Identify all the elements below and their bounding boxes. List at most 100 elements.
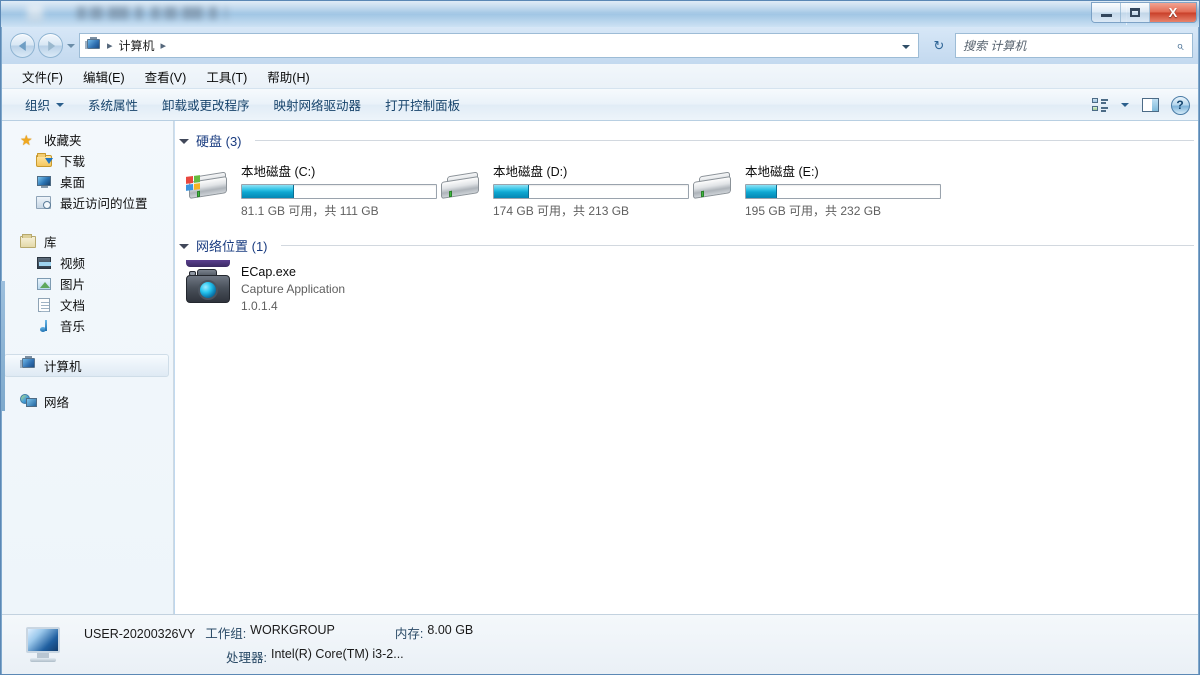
explorer-window: X ▸ 计算机 ▸ ↻ 搜索 计算机 ⌕ 文件(F) 编辑(E) 查看(V) 工… bbox=[0, 0, 1200, 675]
breadcrumb-computer-icon[interactable] bbox=[85, 36, 101, 53]
menu-tools[interactable]: 工具(T) bbox=[197, 64, 256, 89]
drive-tile-c[interactable]: 本地磁盘 (C:) 81.1 GB 可用，共 111 GB bbox=[185, 159, 437, 219]
status-bar-details: USER-20200326VY 工作组: WORKGROUP 内存: 8.00 … bbox=[84, 623, 473, 666]
sidebar-label-downloads: 下载 bbox=[60, 155, 86, 169]
navigation-pane: ★ 收藏夹 下载 桌面 最近访问的位置 库 视频 图片 文档 音乐 计算机 网络 bbox=[2, 121, 174, 614]
view-mode-icon bbox=[1092, 98, 1108, 112]
minimize-button[interactable] bbox=[1092, 3, 1121, 22]
sidebar-item-pictures[interactable]: 图片 bbox=[2, 273, 173, 294]
drive-name-d: 本地磁盘 (D:) bbox=[493, 165, 568, 179]
address-bar[interactable]: ▸ 计算机 ▸ bbox=[79, 33, 919, 58]
drive-name-c: 本地磁盘 (C:) bbox=[241, 165, 316, 179]
command-toolbar: 组织 系统属性 卸载或更改程序 映射网络驱动器 打开控制面板 ? bbox=[1, 89, 1199, 121]
sidebar-item-computer[interactable]: 计算机 bbox=[4, 354, 169, 377]
sidebar-item-documents[interactable]: 文档 bbox=[2, 294, 173, 315]
menu-view[interactable]: 查看(V) bbox=[136, 64, 196, 89]
toolbar-right-group: ? bbox=[1087, 89, 1193, 121]
breadcrumb-item-computer[interactable]: 计算机 bbox=[119, 37, 155, 54]
help-button[interactable]: ? bbox=[1167, 93, 1193, 117]
recent-pages-chevron-down-icon[interactable] bbox=[67, 44, 75, 48]
toolbar-system-properties-button[interactable]: 系统属性 bbox=[78, 91, 148, 118]
sidebar-label-network: 网络 bbox=[44, 396, 70, 410]
group-title-network-locations: 网络位置 (1) bbox=[196, 239, 268, 254]
group-rule bbox=[254, 140, 1194, 141]
sidebar-group-libraries: 库 视频 图片 文档 音乐 bbox=[2, 231, 173, 336]
breadcrumb-separator-1[interactable]: ▸ bbox=[107, 39, 113, 52]
network-item-description: Capture Application bbox=[241, 282, 346, 296]
search-icon[interactable]: ⌕ bbox=[1168, 38, 1192, 54]
drive-capacity-d: 174 GB 可用，共 213 GB bbox=[493, 204, 630, 218]
group-header-network-locations[interactable]: 网络位置 (1) bbox=[175, 236, 1199, 255]
star-icon: ★ bbox=[20, 131, 33, 148]
navigation-bar: ▸ 计算机 ▸ ↻ ⌕ bbox=[1, 27, 1199, 64]
show-preview-pane-button[interactable] bbox=[1137, 93, 1163, 117]
sidebar-item-libraries[interactable]: 库 bbox=[2, 231, 173, 252]
menu-bar: 文件(F) 编辑(E) 查看(V) 工具(T) 帮助(H) bbox=[1, 64, 1199, 89]
sidebar-label-pictures: 图片 bbox=[60, 278, 86, 292]
drive-usage-fill-d bbox=[494, 185, 529, 198]
sidebar-item-music[interactable]: 音乐 bbox=[2, 315, 173, 336]
sidebar-label-libraries: 库 bbox=[44, 236, 57, 250]
group-title-hard-disks: 硬盘 (3) bbox=[196, 134, 242, 149]
sidebar-item-favorites[interactable]: ★ 收藏夹 bbox=[2, 129, 173, 150]
chevron-down-icon bbox=[56, 102, 65, 107]
menu-file[interactable]: 文件(F) bbox=[13, 64, 72, 89]
hard-drive-icon-e bbox=[689, 167, 737, 211]
forward-button[interactable] bbox=[38, 33, 63, 58]
refresh-button[interactable]: ↻ bbox=[927, 33, 951, 58]
search-input[interactable] bbox=[963, 38, 1168, 53]
sidebar-item-downloads[interactable]: 下载 bbox=[2, 150, 173, 171]
drive-tile-d[interactable]: 本地磁盘 (D:) 174 GB 可用，共 213 GB bbox=[437, 159, 689, 219]
status-memory-label: 内存: bbox=[394, 627, 424, 641]
help-icon: ? bbox=[1170, 95, 1190, 115]
sidebar-item-network[interactable]: 网络 bbox=[2, 391, 173, 412]
maximize-button[interactable] bbox=[1121, 3, 1150, 22]
minimize-icon bbox=[1100, 14, 1112, 17]
menu-edit[interactable]: 编辑(E) bbox=[74, 64, 134, 89]
close-button[interactable]: X bbox=[1150, 3, 1196, 22]
recent-places-icon bbox=[36, 195, 53, 211]
network-icon bbox=[20, 393, 37, 410]
sidebar-label-recent-places: 最近访问的位置 bbox=[60, 197, 148, 211]
search-box[interactable]: ⌕ bbox=[955, 33, 1193, 58]
sidebar-label-desktop: 桌面 bbox=[60, 176, 86, 190]
sidebar-item-desktop[interactable]: 桌面 bbox=[2, 171, 173, 192]
network-item-list: ECap.exe Capture Application 1.0.1.4 bbox=[175, 260, 1199, 313]
sidebar-label-music: 音乐 bbox=[60, 320, 86, 334]
menu-help[interactable]: 帮助(H) bbox=[258, 64, 318, 89]
computer-icon bbox=[20, 355, 37, 374]
title-bar: X bbox=[1, 1, 1199, 27]
toolbar-map-network-drive-button[interactable]: 映射网络驱动器 bbox=[264, 91, 372, 118]
change-view-button[interactable] bbox=[1087, 93, 1113, 117]
drive-tile-list: 本地磁盘 (C:) 81.1 GB 可用，共 111 GB 本地磁盘 (D:) … bbox=[175, 159, 1199, 219]
toolbar-open-control-panel-button[interactable]: 打开控制面板 bbox=[375, 91, 470, 118]
window-body: ★ 收藏夹 下载 桌面 最近访问的位置 库 视频 图片 文档 音乐 计算机 网络… bbox=[1, 121, 1199, 614]
sidebar-item-videos[interactable]: 视频 bbox=[2, 252, 173, 273]
content-pane: 硬盘 (3) 本地磁盘 (C:) 81.1 GB 可用，共 111 GB 本地磁… bbox=[175, 121, 1199, 614]
collapse-triangle-icon[interactable] bbox=[179, 244, 189, 249]
collapse-triangle-icon[interactable] bbox=[179, 139, 189, 144]
change-view-dropdown-button[interactable] bbox=[1117, 93, 1133, 117]
library-icon bbox=[20, 233, 37, 250]
group-rule bbox=[280, 245, 1194, 246]
close-icon: X bbox=[1168, 5, 1178, 20]
title-bar-text-blurred bbox=[77, 7, 227, 19]
address-dropdown-button[interactable] bbox=[895, 35, 917, 58]
drive-tile-e[interactable]: 本地磁盘 (E:) 195 GB 可用，共 232 GB bbox=[689, 159, 941, 219]
video-icon bbox=[36, 255, 53, 271]
sidebar-item-recent-places[interactable]: 最近访问的位置 bbox=[2, 192, 173, 213]
back-button[interactable] bbox=[10, 33, 35, 58]
drive-usage-bar-e bbox=[745, 184, 941, 199]
sidebar-group-favorites: ★ 收藏夹 下载 桌面 最近访问的位置 bbox=[2, 129, 173, 213]
toolbar-organize-button[interactable]: 组织 bbox=[15, 91, 74, 118]
network-item-ecap[interactable]: ECap.exe Capture Application 1.0.1.4 bbox=[185, 260, 437, 313]
status-memory-value: 8.00 GB bbox=[427, 623, 474, 637]
group-header-hard-disks[interactable]: 硬盘 (3) bbox=[175, 131, 1199, 150]
breadcrumb-separator-2[interactable]: ▸ bbox=[161, 39, 167, 52]
sidebar-label-videos: 视频 bbox=[60, 257, 86, 271]
toolbar-uninstall-change-program-button[interactable]: 卸载或更改程序 bbox=[152, 91, 260, 118]
drive-usage-fill-c bbox=[242, 185, 295, 198]
status-workgroup-label: 工作组: bbox=[205, 627, 247, 641]
drive-capacity-c: 81.1 GB 可用，共 111 GB bbox=[241, 204, 379, 218]
